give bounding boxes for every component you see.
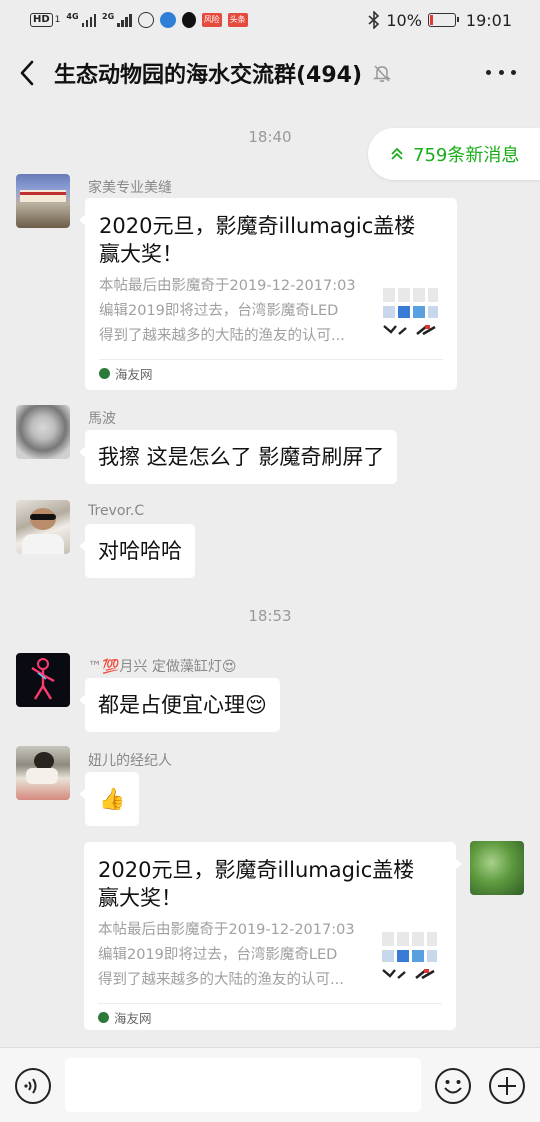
chat-header: 生态动物园的海水交流群(494) — [0, 44, 540, 102]
message-bubble[interactable]: 👍 — [78, 772, 140, 826]
sender-name: 馬波 — [88, 411, 116, 427]
card-desc-line: 编辑2019即将过去，台湾影魔奇LED — [98, 947, 338, 963]
avatar[interactable] — [16, 405, 70, 459]
sender-name: 家美专业美缝 — [88, 180, 172, 196]
double-chevron-up-icon — [391, 147, 403, 160]
link-card[interactable]: 2020元旦，影魔奇illumagic盖楼 赢大奖！ 本帖最后由影魔奇于2019… — [79, 198, 457, 390]
back-button[interactable] — [0, 44, 54, 102]
net-type-1: 4G — [66, 12, 79, 21]
card-source: 海友网 — [114, 1011, 152, 1026]
mute-bell-icon — [372, 65, 392, 82]
input-bar — [0, 1047, 540, 1122]
message-input[interactable] — [65, 1058, 421, 1112]
sender-name: ™💯月兴 定做藻缸灯😍 — [88, 659, 237, 675]
card-title-line: 2020元旦，影魔奇illumagic盖楼 — [98, 858, 415, 882]
battery-icon — [427, 13, 459, 27]
timestamp: 18:40 — [248, 128, 292, 146]
bluetooth-icon — [368, 11, 380, 29]
news-notify-icon: 风险 — [201, 13, 222, 27]
avatar[interactable] — [16, 174, 70, 228]
emoji-button[interactable] — [434, 1067, 472, 1105]
chevron-left-icon — [20, 60, 34, 86]
card-desc-line: 本帖最后由影魔奇于2019-12-2017:03 — [99, 278, 356, 294]
my-avatar[interactable] — [470, 841, 524, 895]
card-desc-line: 本帖最后由影魔奇于2019-12-2017:03 — [98, 922, 355, 938]
voice-input-button[interactable] — [14, 1067, 52, 1105]
battery-percent: 10% — [386, 10, 422, 30]
qq-notify-icon — [181, 12, 196, 28]
signal-1-icon — [81, 13, 97, 27]
net-type-2: 2G — [102, 12, 115, 21]
avatar[interactable] — [16, 746, 70, 800]
avatar[interactable] — [16, 500, 70, 554]
card-source: 海友网 — [115, 367, 153, 382]
card-title-line: 2020元旦，影魔奇illumagic盖楼 — [99, 214, 416, 238]
message-bubble[interactable]: 对哈哈哈 — [79, 524, 195, 578]
signal-2-icon — [117, 13, 132, 27]
status-bar: HD 1 4G 2G 风险 头条 10% 19:01 — [0, 0, 540, 40]
clock: 19:01 — [465, 10, 512, 30]
message-bubble[interactable]: 都是占便宜心理😌 — [79, 678, 280, 732]
neon-figure-image — [31, 658, 55, 700]
message-bubble[interactable]: 我擦 这是怎么了 影魔奇刷屏了 — [78, 430, 398, 484]
sender-name: Trevor.C — [88, 503, 145, 519]
sender-name: 妞儿的经纪人 — [88, 753, 172, 769]
hd-indicator: HD — [30, 13, 53, 27]
card-title-line: 赢大奖！ — [98, 886, 182, 910]
site-logo-icon — [98, 1012, 109, 1023]
link-card[interactable]: 2020元旦，影魔奇illumagic盖楼 赢大奖！ 本帖最后由影魔奇于2019… — [84, 842, 462, 1030]
card-desc-line: 得到了越来越多的大陆的渔友的认可... — [98, 972, 344, 988]
toutiao-notify-icon: 头条 — [227, 13, 248, 27]
sim-index: 1 — [54, 15, 61, 25]
chat-title: 生态动物园的海水交流群(494) — [54, 63, 363, 88]
timestamp: 18:53 — [248, 607, 292, 625]
card-thumbnail — [379, 282, 441, 344]
avatar[interactable] — [16, 653, 70, 707]
card-desc-line: 得到了越来越多的大陆的渔友的认可... — [99, 328, 345, 344]
card-title-line: 赢大奖！ — [99, 242, 183, 266]
card-desc-line: 编辑2019即将过去，台湾影魔奇LED — [99, 303, 339, 319]
more-options-button[interactable] — [486, 62, 516, 82]
card-thumbnail — [378, 926, 440, 988]
app-notify-icon — [137, 12, 154, 28]
site-logo-icon — [99, 368, 110, 379]
more-functions-button[interactable] — [488, 1067, 526, 1105]
browser-notify-icon — [159, 12, 176, 28]
